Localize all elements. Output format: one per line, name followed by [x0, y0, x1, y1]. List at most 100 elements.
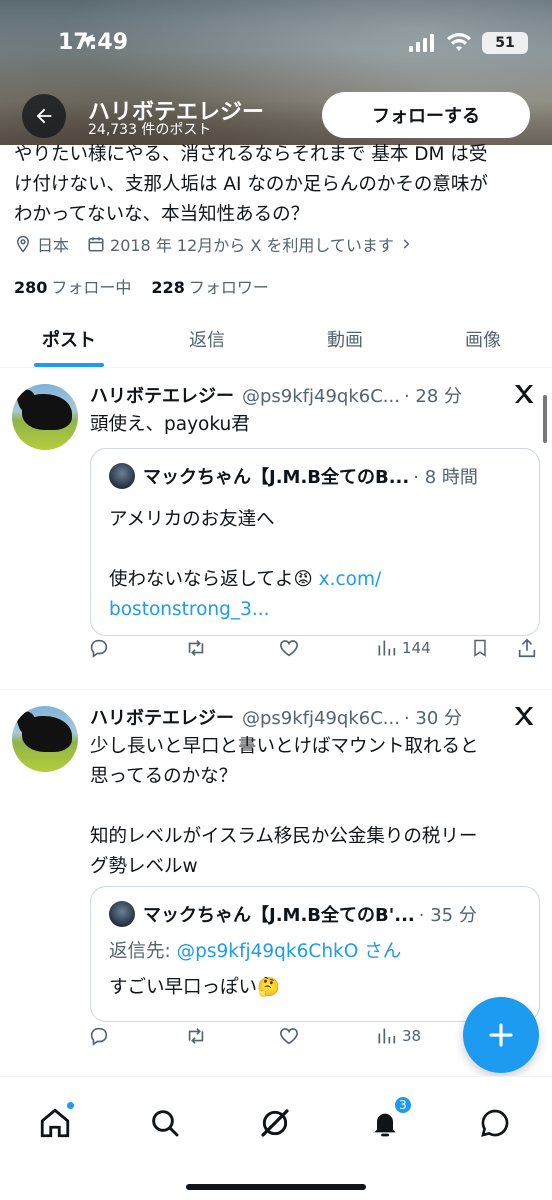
post-time: · 30 分: [403, 708, 463, 729]
x-logo-icon[interactable]: [512, 704, 536, 728]
post-text: 少し長いと早口と書いとけばマウント取れると 思ってるのかな？ 知的レベルがイスラ…: [90, 732, 538, 882]
joined-text: 2018 年 12月から X を利用しています: [110, 236, 394, 255]
quoted-post-header: マックちゃん【J.M.B全てのB'... · 35 分: [109, 901, 477, 927]
post-item[interactable]: ハリボテエレジー @ps9kfj49qk6C... · 28 分 頭使え、pay…: [0, 368, 552, 690]
avatar[interactable]: [12, 384, 78, 450]
home-unread-dot: [66, 1101, 75, 1110]
bookmark-button[interactable]: [470, 637, 490, 659]
status-icons: 51: [80, 32, 528, 54]
bio-line: け付けない、支那人垢は AI なのか足らんのかその意味が: [14, 174, 488, 195]
reply-to-prefix: 返信先:: [109, 941, 177, 962]
quoted-avatar: [109, 901, 135, 927]
views-count: 38: [402, 1027, 422, 1045]
followers-link[interactable]: 228 フォロワー: [151, 274, 268, 298]
following-label: フォロー中: [51, 278, 132, 297]
home-indicator: [186, 1184, 366, 1190]
back-arrow-icon: [36, 108, 52, 124]
quoted-time: · 35 分: [418, 905, 477, 926]
profile-meta: 日本 2018 年 12月から X を利用しています: [14, 232, 431, 256]
like-button[interactable]: [278, 1025, 300, 1047]
location-arrow-icon: [80, 34, 94, 48]
quoted-text-line: 使わないなら返してよ😡: [109, 569, 319, 590]
reply-button[interactable]: [88, 637, 110, 659]
following-link[interactable]: 280 フォロー中: [14, 274, 131, 298]
chevron-right-icon: [403, 239, 410, 249]
views-button[interactable]: 38: [376, 1026, 421, 1046]
quoted-post-header: マックちゃん【J.M.B全てのB... · 8 時間: [109, 463, 478, 489]
bar-chart-icon: [378, 640, 396, 656]
notification-badge: 3: [393, 1095, 413, 1115]
views-count: 144: [402, 639, 431, 657]
bottom-navigation: 3: [0, 1076, 552, 1200]
bookmark-icon: [474, 639, 486, 657]
avatar[interactable]: [12, 706, 78, 772]
reply-icon: [90, 1027, 108, 1046]
repost-button[interactable]: [184, 637, 208, 659]
tab-posts[interactable]: ポスト: [0, 310, 138, 367]
post-text-line: グ勢レベルw: [90, 856, 198, 877]
views-button[interactable]: 144: [376, 638, 431, 658]
wifi-icon: [447, 33, 471, 51]
quoted-time: · 8 時間: [413, 467, 478, 488]
quoted-text-line: すごい早口っぽい🤔: [109, 977, 281, 998]
bar-chart-icon: [378, 1028, 396, 1044]
repost-icon: [188, 1028, 204, 1044]
nav-messages[interactable]: [475, 1103, 515, 1143]
nav-home[interactable]: [35, 1101, 75, 1143]
battery-indicator: 51: [482, 32, 528, 54]
grok-icon: [261, 1109, 289, 1137]
bio-line: わかってないな、本当知性あるの？: [14, 204, 310, 225]
post-text-line: 頭使え、payoku君: [90, 414, 250, 435]
profile-joined[interactable]: 2018 年 12月から X を利用しています: [87, 232, 413, 256]
nav-search[interactable]: [145, 1103, 185, 1143]
scrollbar[interactable]: [543, 395, 547, 443]
reply-icon: [90, 639, 108, 658]
compose-post-button[interactable]: [463, 997, 539, 1073]
tab-replies[interactable]: 返信: [138, 310, 276, 367]
nav-notifications[interactable]: 3: [365, 1095, 413, 1143]
nav-grok[interactable]: [255, 1103, 295, 1143]
quoted-link[interactable]: x.com/: [319, 569, 382, 590]
followers-count: 228: [151, 278, 185, 297]
quoted-author-name: マックちゃん【J.M.B全てのB'...: [143, 905, 415, 926]
following-count: 280: [14, 278, 48, 297]
share-button[interactable]: [516, 637, 538, 659]
post-author-name[interactable]: ハリボテエレジー: [90, 382, 234, 408]
quoted-text: 返信先: @ps9kfj49qk6ChkO さん すごい早口っぽい🤔: [109, 937, 401, 1003]
followers-label: フォロワー: [188, 278, 269, 297]
search-icon: [152, 1110, 179, 1137]
reply-button[interactable]: [88, 1025, 110, 1047]
profile-location: 日本: [14, 232, 69, 256]
profile-bio: やりたい様にやる、消されるならそれまで 基本 DM は受 け付けない、支那人垢は…: [14, 140, 544, 230]
heart-icon: [279, 1028, 299, 1045]
post-text: 頭使え、payoku君: [90, 410, 538, 440]
x-logo-icon[interactable]: [512, 382, 536, 406]
back-button[interactable]: [22, 94, 66, 138]
follow-button[interactable]: フォローする: [322, 92, 530, 138]
messages-icon: [481, 1109, 509, 1137]
post-text-line: 知的レベルがイスラム移民か公金集りの税リー: [90, 826, 478, 847]
tab-videos[interactable]: 動画: [276, 310, 414, 367]
reply-to-handle[interactable]: @ps9kfj49qk6ChkO さん: [177, 941, 402, 962]
like-button[interactable]: [278, 637, 300, 659]
quoted-avatar: [109, 463, 135, 489]
heart-icon: [279, 640, 299, 657]
repost-button[interactable]: [184, 1025, 208, 1047]
post-text-line: 少し長いと早口と書いとけばマウント取れると: [90, 736, 479, 757]
quoted-link-continued[interactable]: bostonstrong_3...: [109, 595, 381, 625]
quoted-post[interactable]: マックちゃん【J.M.B全てのB... · 8 時間 アメリカのお友達へ 使わな…: [90, 448, 540, 636]
location-text: 日本: [37, 236, 70, 255]
location-pin-icon: [16, 235, 30, 253]
tab-images[interactable]: 画像: [414, 310, 552, 367]
post-text-line: 思ってるのかな？: [90, 766, 238, 787]
calendar-icon: [88, 237, 104, 252]
post-author-name[interactable]: ハリボテエレジー: [90, 704, 234, 730]
quoted-post[interactable]: マックちゃん【J.M.B全てのB'... · 35 分 返信先: @ps9kfj…: [90, 886, 540, 1022]
share-icon: [518, 638, 536, 658]
bio-line: やりたい様にやる、消されるならそれまで 基本 DM は受: [14, 144, 488, 165]
post-header: ハリボテエレジー @ps9kfj49qk6C... · 30 分: [90, 704, 462, 730]
profile-tabs: ポスト 返信 動画 画像: [0, 310, 552, 368]
post-author-handle: @ps9kfj49qk6C...: [242, 386, 400, 407]
post-header: ハリボテエレジー @ps9kfj49qk6C... · 28 分: [90, 382, 462, 408]
quoted-author-name: マックちゃん【J.M.B全てのB...: [143, 467, 410, 488]
